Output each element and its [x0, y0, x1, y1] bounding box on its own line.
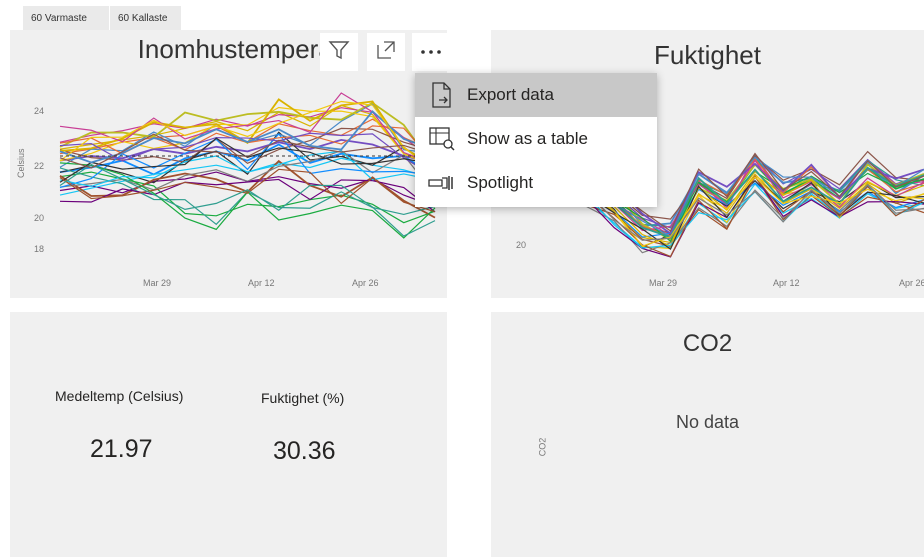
filter-button[interactable] [320, 33, 358, 71]
x-tick-apr26: Apr 26 [899, 278, 924, 288]
spotlight-icon [427, 170, 457, 196]
y-tick-24: 24 [34, 106, 44, 116]
x-tick-apr12: Apr 12 [248, 278, 275, 288]
co2-chart-title: CO2 [682, 330, 733, 357]
menu-item-label: Spotlight [467, 173, 534, 192]
menu-item-label: Export data [467, 85, 554, 104]
more-options-icon [420, 43, 442, 61]
menu-item-spotlight[interactable]: Spotlight [415, 161, 657, 205]
fuktighet-value: 30.36 [273, 437, 336, 465]
more-options-button[interactable] [412, 33, 450, 71]
filter-icon [328, 39, 350, 66]
temperature-series-line [59, 92, 436, 165]
menu-item-export-data[interactable]: Export data [415, 73, 657, 117]
y-tick-20: 20 [34, 213, 44, 223]
temperature-series-group [59, 92, 436, 239]
co2-axis-label: CO2 [537, 437, 548, 457]
co2-chart-panel[interactable]: CO2 No data CO2 [491, 312, 924, 557]
focus-mode-button[interactable] [367, 33, 405, 71]
summary-cards-panel: Medeltemp (Celsius) 21.97 Fuktighet (%) … [10, 312, 447, 557]
y-axis-label: Celsius [16, 148, 26, 178]
x-tick-apr26: Apr 26 [352, 278, 379, 288]
temperature-series-line [59, 163, 436, 237]
y-tick-18: 18 [34, 244, 44, 254]
y-tick-20: 20 [516, 240, 526, 250]
table-icon [427, 126, 457, 152]
x-tick-mar29: Mar 29 [143, 278, 171, 288]
medeltemp-value: 21.97 [90, 435, 153, 463]
export-icon [427, 82, 457, 108]
more-options-menu: Export data Show as a table Spotlight [415, 73, 657, 207]
menu-item-show-as-table[interactable]: Show as a table [415, 117, 657, 161]
medeltemp-label: Medeltemp (Celsius) [55, 388, 184, 404]
x-tick-mar29: Mar 29 [649, 278, 677, 288]
temperature-series-line [59, 107, 436, 162]
y-tick-22: 22 [34, 161, 44, 171]
x-tick-apr12: Apr 12 [773, 278, 800, 288]
menu-item-label: Show as a table [467, 129, 588, 148]
fuktighet-label: Fuktighet (%) [261, 390, 345, 406]
focus-mode-icon [376, 40, 396, 65]
no-data-message: No data [675, 412, 740, 432]
